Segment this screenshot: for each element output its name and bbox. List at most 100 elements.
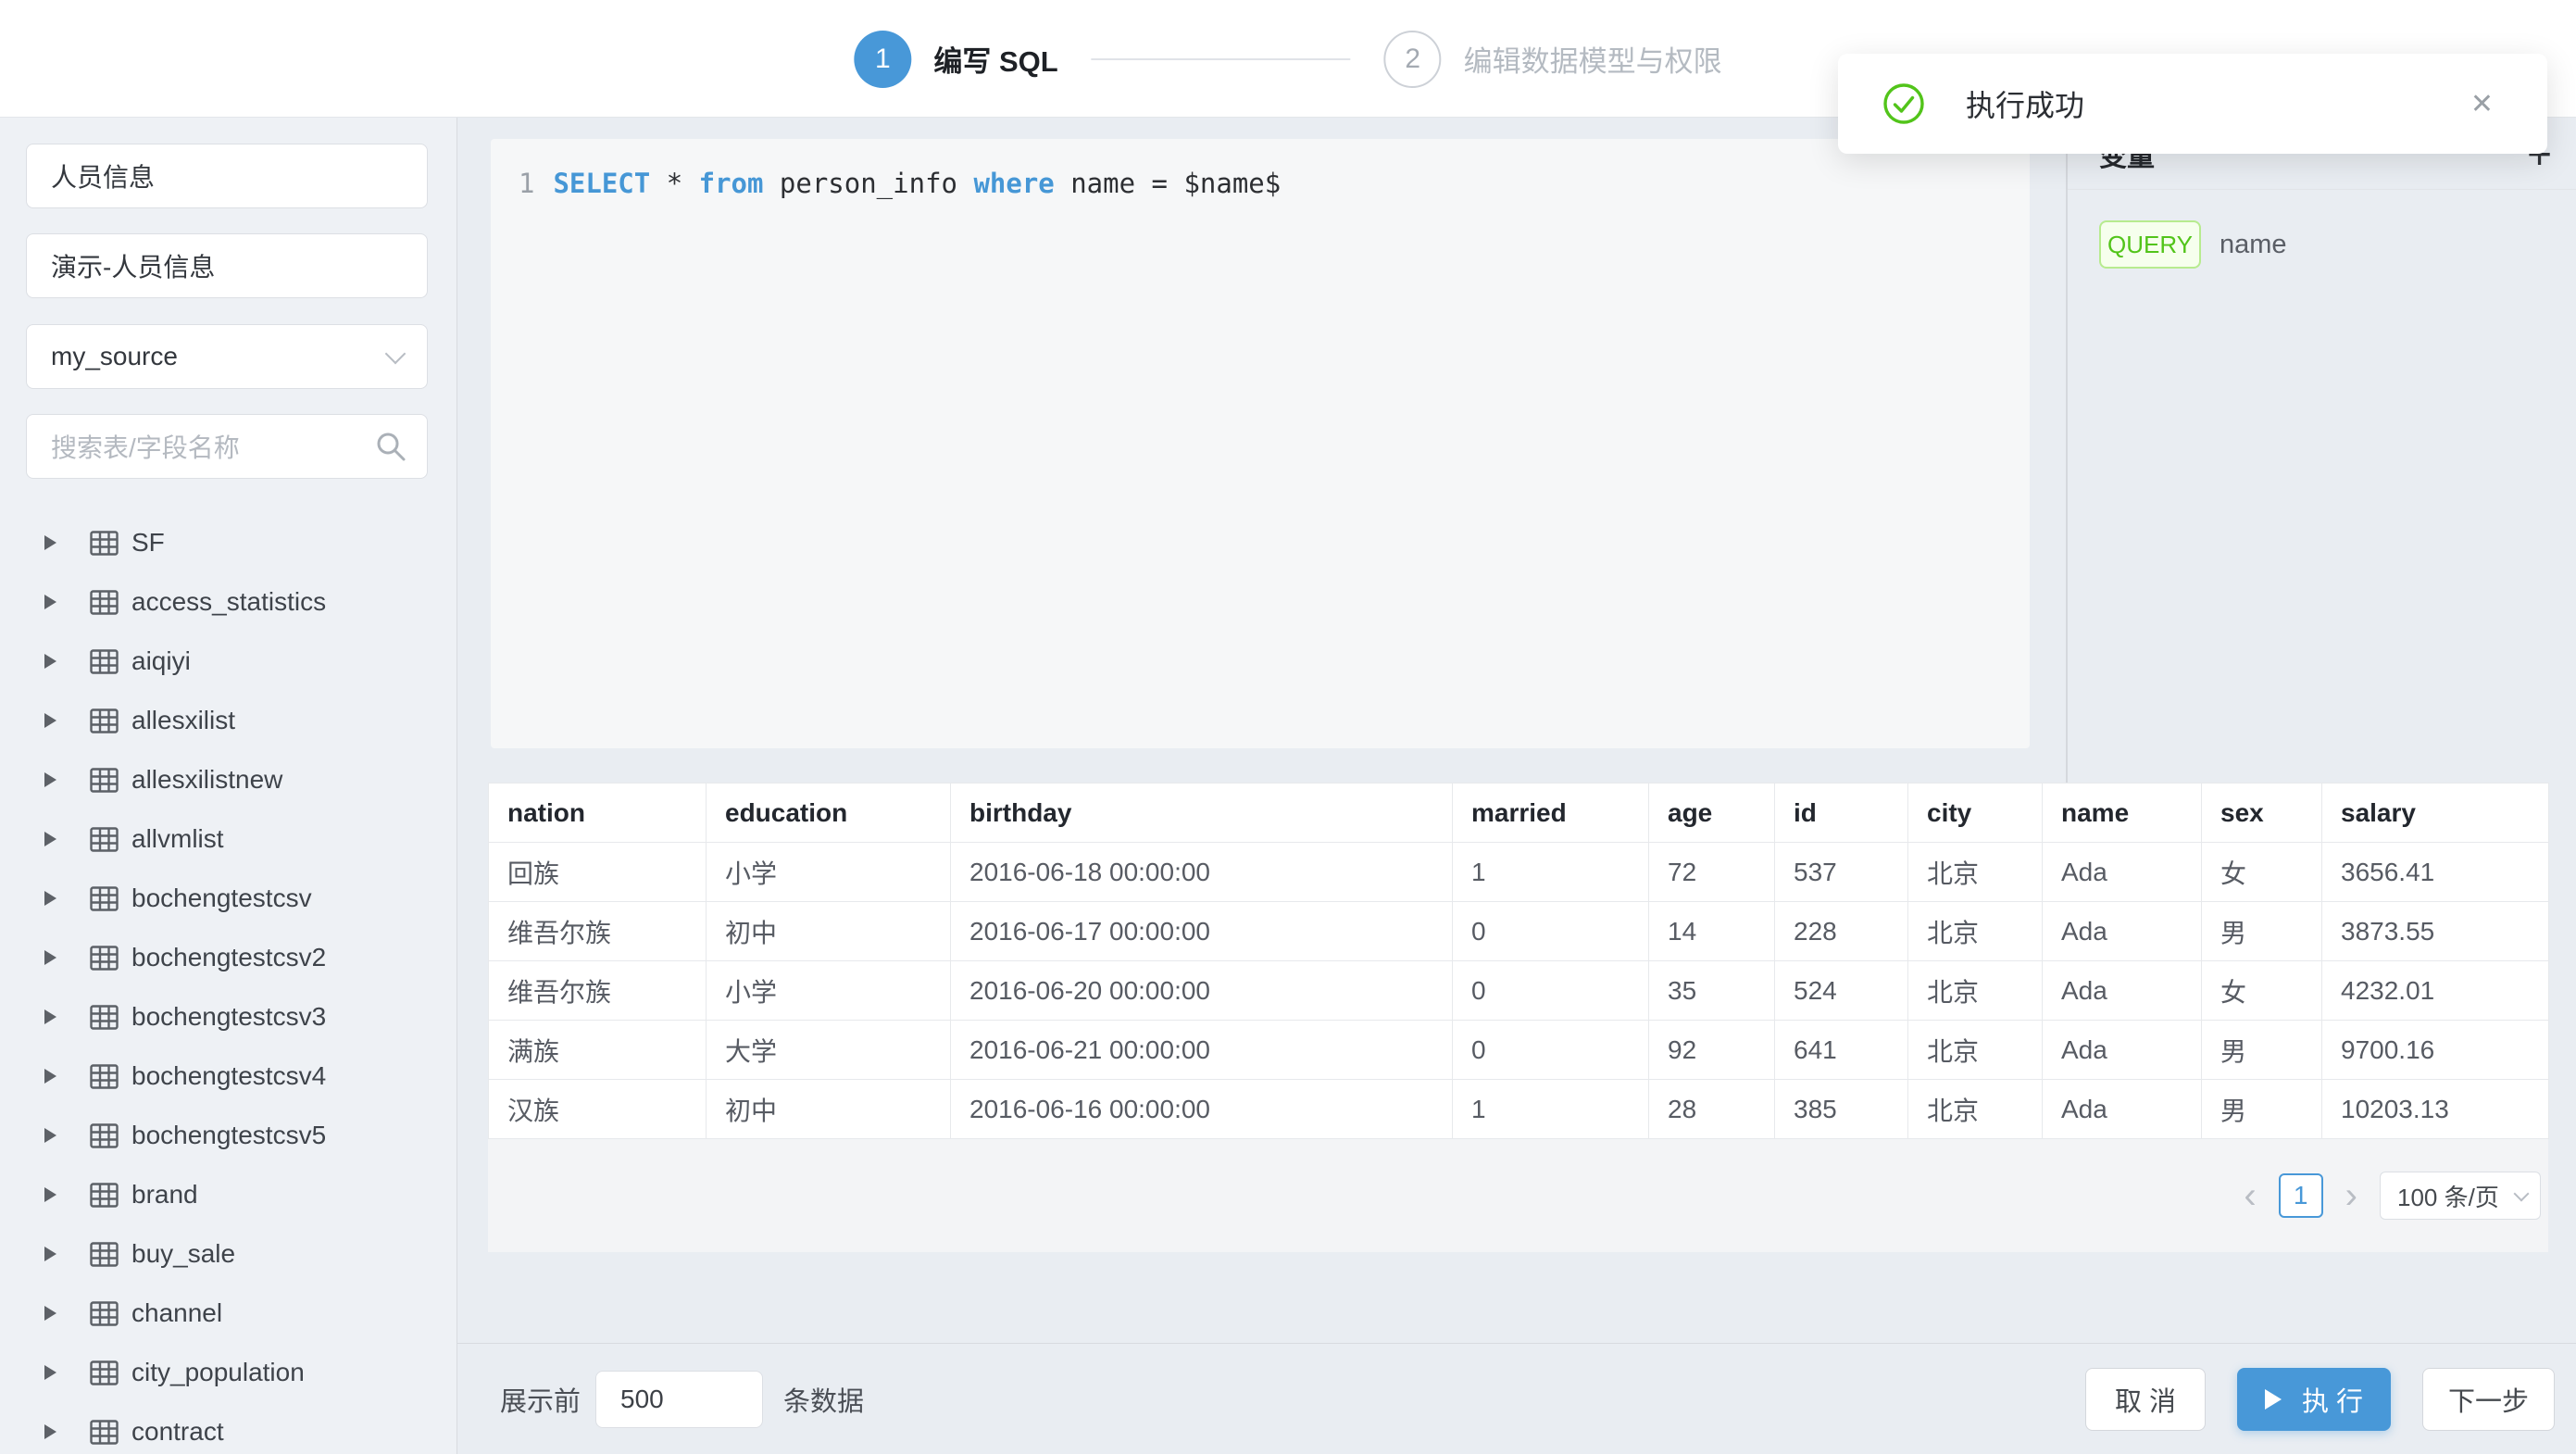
caret-right-icon[interactable] — [44, 891, 56, 906]
table-icon — [90, 886, 119, 911]
dataset-name-input[interactable] — [26, 144, 428, 208]
tree-item-bochengtestcsv5[interactable]: bochengtestcsv5 — [0, 1106, 456, 1165]
column-header-city: city — [1908, 783, 2043, 843]
caret-right-icon[interactable] — [44, 654, 56, 669]
results-table: nationeducationbirthdaymarriedageidcityn… — [488, 783, 2549, 1139]
caret-right-icon[interactable] — [44, 1128, 56, 1143]
table-cell: 0 — [1453, 1021, 1649, 1080]
caret-right-icon[interactable] — [44, 1424, 56, 1439]
tree-item-aiqiyi[interactable]: aiqiyi — [0, 632, 456, 691]
table-cell: 北京 — [1908, 902, 2043, 961]
tree-item-contract[interactable]: contract — [0, 1402, 456, 1454]
tree-item-brand[interactable]: brand — [0, 1165, 456, 1224]
table-icon — [90, 1123, 119, 1148]
caret-right-icon[interactable] — [44, 832, 56, 846]
tree-item-SF[interactable]: SF — [0, 513, 456, 572]
sql-token-keyword: where — [973, 168, 1054, 199]
main-content: 1 SELECT * from person_info where name =… — [457, 118, 2576, 1454]
tree-item-city_population[interactable]: city_population — [0, 1343, 456, 1402]
tree-item-label: brand — [131, 1180, 198, 1210]
pagination-prev-icon[interactable]: ‹ — [2244, 1177, 2256, 1214]
cancel-button[interactable]: 取 消 — [2085, 1368, 2206, 1431]
table-cell: 汉族 — [489, 1080, 707, 1139]
close-icon[interactable]: ✕ — [2470, 88, 2494, 120]
table-icon — [90, 827, 119, 852]
table-cell: 524 — [1775, 961, 1908, 1021]
table-cell: 小学 — [707, 843, 951, 902]
table-search-field[interactable]: 搜索表/字段名称 — [26, 414, 428, 479]
tree-item-buy_sale[interactable]: buy_sale — [0, 1224, 456, 1284]
tree-item-allesxilist[interactable]: allesxilist — [0, 691, 456, 750]
table-cell: 大学 — [707, 1021, 951, 1080]
table-cell: 35 — [1649, 961, 1775, 1021]
tree-item-bochengtestcsv4[interactable]: bochengtestcsv4 — [0, 1047, 456, 1106]
results-header-row: nationeducationbirthdaymarriedageidcityn… — [489, 783, 2549, 843]
row-limit-input[interactable] — [595, 1371, 763, 1428]
table-cell: 维吾尔族 — [489, 961, 707, 1021]
table-icon — [90, 708, 119, 733]
column-header-id: id — [1775, 783, 1908, 843]
table-cell: 385 — [1775, 1080, 1908, 1139]
table-icon — [90, 590, 119, 615]
tree-item-label: aiqiyi — [131, 646, 191, 676]
caret-right-icon[interactable] — [44, 535, 56, 550]
sql-token-keyword: from — [699, 168, 764, 199]
table-row: 满族大学2016-06-21 00:00:00092641北京Ada男9700.… — [489, 1021, 2549, 1080]
sql-token-plain: name = $name$ — [1055, 168, 1281, 199]
table-cell: 回族 — [489, 843, 707, 902]
check-circle-icon — [1882, 82, 1925, 125]
caret-right-icon[interactable] — [44, 950, 56, 965]
step-1-number: 1 — [875, 44, 891, 75]
table-cell: 女 — [2202, 961, 2322, 1021]
table-cell: Ada — [2043, 1021, 2202, 1080]
table-cell: 3873.55 — [2322, 902, 2549, 961]
table-cell: 4232.01 — [2322, 961, 2549, 1021]
caret-right-icon[interactable] — [44, 1187, 56, 1202]
run-button[interactable]: 执 行 — [2237, 1368, 2391, 1431]
tree-item-label: channel — [131, 1298, 222, 1328]
sql-editor[interactable]: 1 SELECT * from person_info where name =… — [491, 139, 2030, 748]
table-row: 汉族初中2016-06-16 00:00:00128385北京Ada男10203… — [489, 1080, 2549, 1139]
caret-right-icon[interactable] — [44, 595, 56, 609]
tree-item-channel[interactable]: channel — [0, 1284, 456, 1343]
tree-item-label: buy_sale — [131, 1239, 235, 1269]
next-step-button[interactable]: 下一步 — [2422, 1368, 2555, 1431]
tree-item-access_statistics[interactable]: access_statistics — [0, 572, 456, 632]
column-header-name: name — [2043, 783, 2202, 843]
column-header-birthday: birthday — [951, 783, 1453, 843]
pagination-next-icon[interactable]: › — [2345, 1177, 2357, 1214]
table-cell: Ada — [2043, 961, 2202, 1021]
line-number: 1 — [519, 163, 534, 204]
pagination-page-1[interactable]: 1 — [2279, 1173, 2323, 1218]
table-icon — [90, 1242, 119, 1267]
caret-right-icon[interactable] — [44, 1069, 56, 1084]
stepper-connector — [1092, 58, 1351, 60]
caret-right-icon[interactable] — [44, 1009, 56, 1024]
success-toast: 执行成功 ✕ — [1838, 54, 2547, 154]
caret-right-icon[interactable] — [44, 1365, 56, 1380]
tree-item-label: access_statistics — [131, 587, 326, 617]
tree-item-label: bochengtestcsv2 — [131, 943, 326, 972]
table-row: 维吾尔族初中2016-06-17 00:00:00014228北京Ada男387… — [489, 902, 2549, 961]
table-cell: 2016-06-20 00:00:00 — [951, 961, 1453, 1021]
sql-token-plain: * — [650, 168, 698, 199]
chevron-down-icon — [385, 344, 406, 365]
display-name-input[interactable] — [26, 233, 428, 298]
caret-right-icon[interactable] — [44, 1247, 56, 1261]
table-cell: 初中 — [707, 1080, 951, 1139]
page-size-select[interactable]: 100 条/页 — [2380, 1172, 2541, 1220]
tree-item-bochengtestcsv[interactable]: bochengtestcsv — [0, 869, 456, 928]
caret-right-icon[interactable] — [44, 713, 56, 728]
tree-item-bochengtestcsv2[interactable]: bochengtestcsv2 — [0, 928, 456, 987]
caret-right-icon[interactable] — [44, 1306, 56, 1321]
tree-item-bochengtestcsv3[interactable]: bochengtestcsv3 — [0, 987, 456, 1047]
tree-item-allvmlist[interactable]: allvmlist — [0, 809, 456, 869]
search-icon — [375, 431, 406, 462]
datasource-select[interactable]: my_source — [26, 324, 428, 389]
tree-item-allesxilistnew[interactable]: allesxilistnew — [0, 750, 456, 809]
sql-code-tokens: SELECT * from person_info where name = $… — [553, 163, 1281, 204]
caret-right-icon[interactable] — [44, 772, 56, 787]
sql-dataset-editor-page: 1 编写 SQL 2 编辑数据模型与权限 my_source 搜索表/字段名称 … — [0, 0, 2576, 1454]
sql-token-plain: person_info — [763, 168, 973, 199]
tree-item-label: city_population — [131, 1358, 305, 1387]
